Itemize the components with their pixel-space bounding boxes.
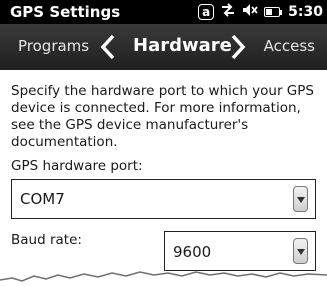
baud-rate-dropdown[interactable]: 9600 [164,231,316,271]
gps-port-value: COM7 [20,190,65,208]
speaker-muted-icon[interactable] [242,3,258,21]
connectivity-icon[interactable] [220,3,236,21]
torn-edge [0,271,327,287]
battery-icon[interactable] [264,7,283,17]
dropdown-arrow-icon[interactable] [293,238,308,264]
chevron-right-icon[interactable] [230,34,246,60]
status-icons: a 5:30 [198,2,323,22]
input-mode-icon[interactable]: a [198,4,215,20]
dropdown-arrow-icon[interactable] [293,186,308,212]
app-title: GPS Settings [10,3,121,21]
tab-programs[interactable]: Programs [18,37,89,55]
gps-port-label: GPS hardware port: [11,158,143,174]
status-bar: GPS Settings a 5:30 [0,0,327,24]
chevron-left-icon[interactable] [100,34,116,60]
hardware-panel: Specify the hardware port to which your … [0,70,327,287]
description-text: Specify the hardware port to which your … [11,83,314,150]
baud-rate-label: Baud rate: [11,232,82,248]
tab-hardware[interactable]: Hardware [133,35,232,56]
baud-rate-value: 9600 [173,243,212,261]
tab-bar: Programs Hardware Access [0,24,327,70]
gps-port-dropdown[interactable]: COM7 [11,179,316,219]
clock-time[interactable]: 5:30 [288,4,323,20]
tab-access[interactable]: Access [264,37,315,55]
